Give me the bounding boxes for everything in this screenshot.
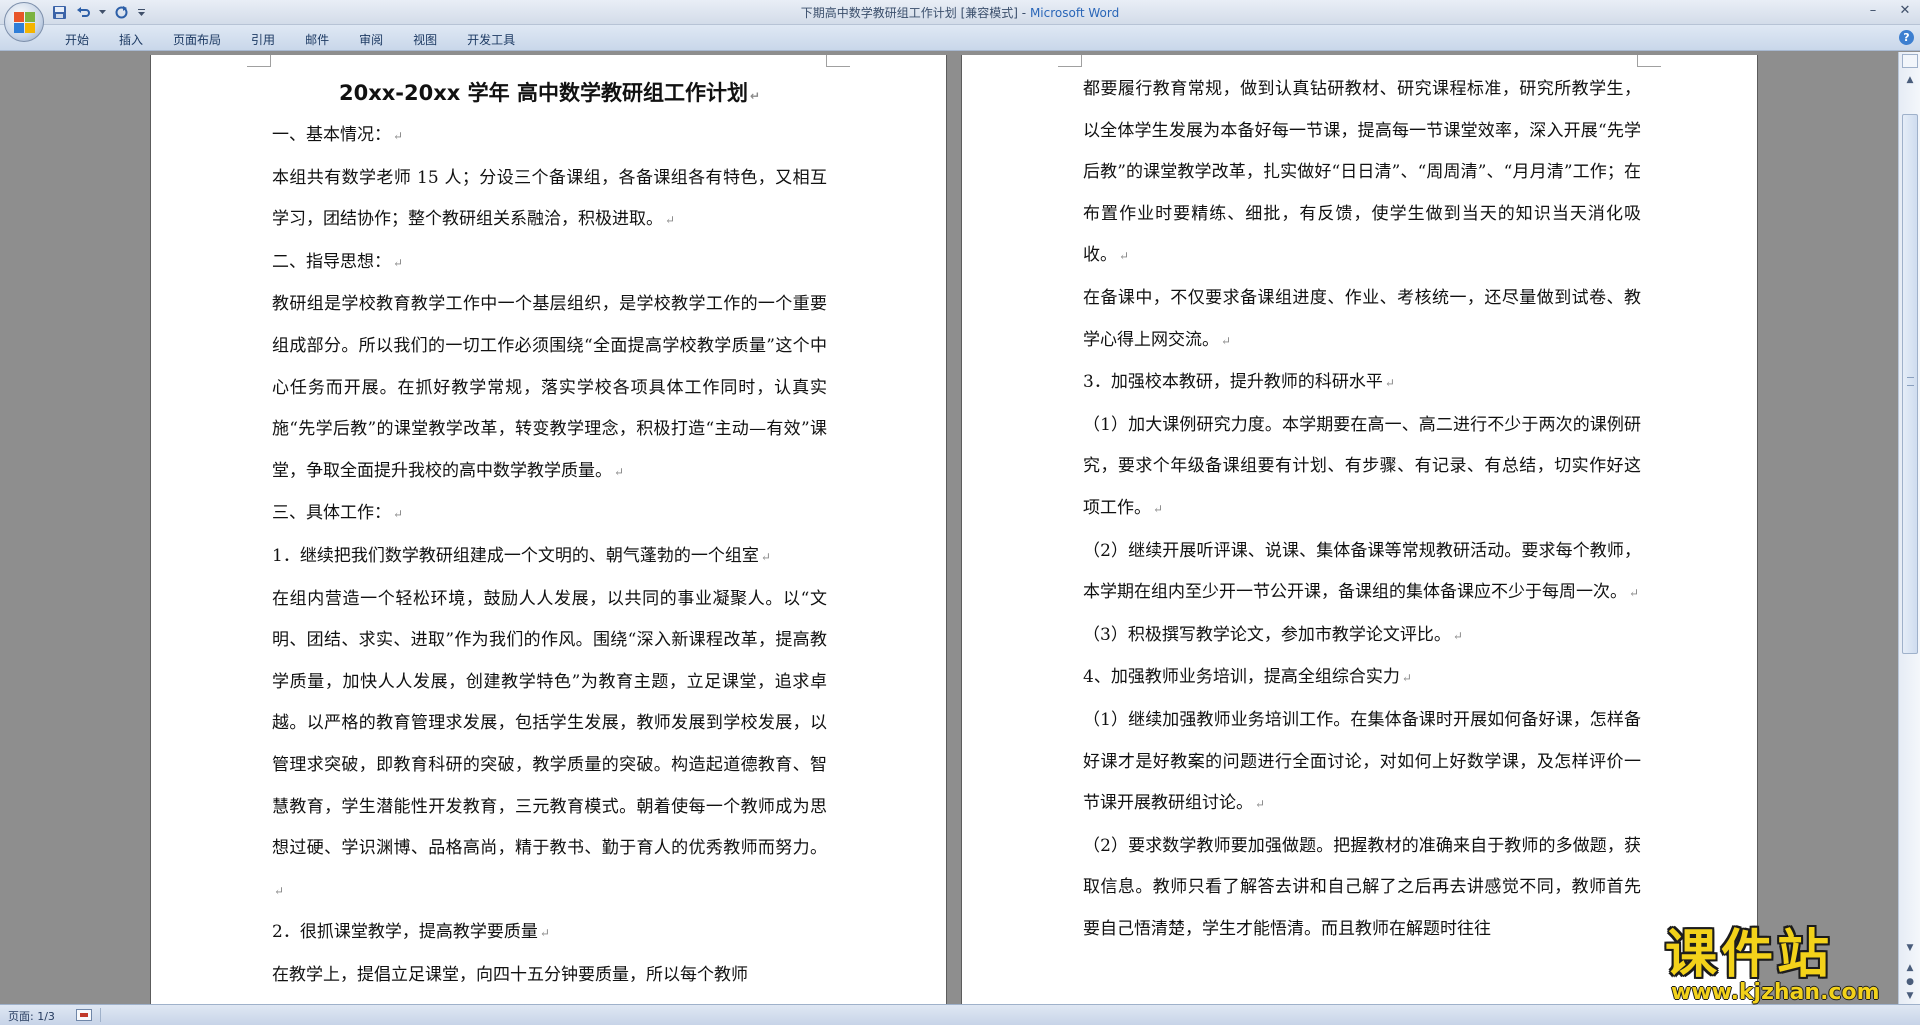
paragraph: 在备课中，不仅要求备课组进度、作业、考核统一，还尽量做到试卷、教学心得上网交流。…	[1083, 287, 1641, 350]
close-button[interactable]: ✕	[1894, 1, 1916, 19]
document-title: 20xx-20xx 学年 高中数学教研组工作计划 ↵	[338, 81, 761, 105]
paragraph-mark: ↵	[1384, 376, 1395, 391]
macro-recording-icon[interactable]	[76, 1009, 92, 1021]
paragraph-mark: ↵	[393, 507, 404, 522]
tab-mailings[interactable]: 邮件	[290, 29, 344, 50]
view-ruler-button[interactable]	[1902, 54, 1918, 68]
paragraph-mark: ↵	[1401, 671, 1412, 686]
paragraph: （2）继续开展听评课、说课、集体备课等常规教研活动。要求每个教师，本学期在组内至…	[1083, 540, 1641, 603]
scrollbar-thumb[interactable]	[1902, 114, 1918, 654]
paragraph: （2）要求数学教师要加强做题。把握教材的准确来自于教师的多做题，获取信息。教师只…	[1083, 835, 1641, 939]
paragraph: 二、指导思想： ↵	[272, 251, 404, 272]
tab-review[interactable]: 审阅	[344, 29, 398, 50]
page-body: 都要履行教育常规，做到认真钻研教材、研究课程标准，研究所教学生，以全体学生发展为…	[1083, 69, 1641, 950]
paragraph: 本组共有数学老师 15 人；分设三个备课组，各备课组各有特色，又相互学习，团结协…	[272, 167, 827, 230]
paragraph: 1．继续把我们数学教研组建成一个文明的、朝气蓬勃的一个组室 ↵	[272, 545, 771, 566]
minimize-button[interactable]: –	[1862, 1, 1884, 19]
tab-references[interactable]: 引用	[236, 29, 290, 50]
status-bar: 页面: 1/3	[0, 1004, 1920, 1025]
paragraph: 都要履行教育常规，做到认真钻研教材、研究课程标准，研究所教学生，以全体学生发展为…	[1083, 79, 1641, 266]
window-title: 下期高中数学教研组工作计划 [兼容模式] - Microsoft Word	[800, 6, 1120, 20]
tab-developer[interactable]: 开发工具	[452, 29, 530, 50]
margin-marker	[247, 55, 271, 67]
paragraph-mark: ↵	[665, 213, 676, 228]
divider	[100, 1008, 101, 1022]
paragraph: （1）继续加强教师业务培训工作。在集体备课时开展如何备好课，怎样备好课才是好教案…	[1083, 709, 1641, 814]
paragraph: 教研组是学校教育教学工作中一个基层组织，是学校教学工作的一个重要组成部分。所以我…	[272, 294, 827, 481]
paragraph: 在组内营造一个轻松环境，鼓励人人发展，以共同的事业凝聚人。以“文明、团结、求实、…	[272, 588, 827, 898]
site-watermark: 课件站 www.kjzhan.com	[1665, 925, 1905, 1005]
paragraph-mark: ↵	[393, 129, 404, 143]
watermark-url: www.kjzhan.com	[1671, 980, 1880, 1005]
help-button[interactable]: ?	[1899, 30, 1914, 45]
tab-home[interactable]: 开始	[50, 29, 104, 50]
paragraph-mark: ↵	[1255, 797, 1266, 812]
ribbon-tab-bar: 开始 插入 页面布局 引用 邮件 审阅 视图 开发工具 ?	[0, 25, 1920, 51]
paragraph: 3．加强校本教研，提升教师的科研水平 ↵	[1083, 372, 1395, 393]
scroll-up-arrow-icon[interactable]: ▲	[1902, 72, 1918, 88]
margin-marker	[826, 55, 850, 67]
grip-icon	[1907, 377, 1914, 386]
window-controls: – ✕	[1862, 1, 1916, 19]
tab-view[interactable]: 视图	[398, 29, 452, 50]
margin-marker	[1637, 55, 1661, 67]
tab-insert[interactable]: 插入	[104, 29, 158, 50]
paragraph-mark: ↵	[1119, 249, 1130, 264]
watermark-title: 课件站	[1665, 925, 1834, 985]
paragraph: （3）积极撰写教学论文，参加市教学论文评比。 ↵	[1083, 624, 1463, 645]
paragraph: （1）加大课例研究力度。本学期要在高一、高二进行不少于两次的课例研究，要求个年级…	[1083, 414, 1641, 518]
paragraph: 一、基本情况： ↵	[272, 125, 404, 145]
ribbon-tabs: 开始 插入 页面布局 引用 邮件 审阅 视图 开发工具	[50, 29, 530, 50]
document-page-1[interactable]: 20xx-20xx 学年 高中数学教研组工作计划 ↵ 一、基本情况： ↵ 本组共有数…	[151, 55, 946, 1004]
paragraph: 三、具体工作： ↵	[272, 503, 404, 524]
paragraph-mark: ↵	[749, 89, 761, 103]
paragraph-mark: ↵	[539, 926, 550, 941]
tab-page-layout[interactable]: 页面布局	[158, 29, 236, 50]
paragraph-mark: ↵	[1629, 586, 1640, 601]
page-number-indicator[interactable]: 页面: 1/3	[8, 1008, 55, 1024]
paragraph: 在教学上，提倡立足课堂，向四十五分钟要质量，所以每个教师	[272, 964, 748, 985]
document-page-2[interactable]: 都要履行教育常规，做到认真钻研教材、研究课程标准，研究所教学生，以全体学生发展为…	[962, 55, 1757, 1004]
paragraph-mark: ↵	[614, 464, 625, 479]
paragraph-mark: ↵	[760, 549, 771, 564]
paragraph-mark: ↵	[274, 883, 285, 898]
document-name: 下期高中数学教研组工作计划 [兼容模式]	[800, 6, 1018, 20]
title-bar: 下期高中数学教研组工作计划 [兼容模式] - Microsoft Word – …	[0, 0, 1920, 25]
paragraph-mark: ↵	[1452, 628, 1463, 643]
paragraph: 4、加强教师业务培训，提高全组综合实力 ↵	[1083, 667, 1412, 688]
office-logo-icon	[14, 12, 35, 33]
page-body: 20xx-20xx 学年 高中数学教研组工作计划 ↵ 一、基本情况： ↵ 本组共有数…	[272, 71, 827, 996]
vertical-scrollbar[interactable]: ▲ ▼ ▲ ● ▼	[1898, 52, 1920, 1004]
margin-marker	[1058, 55, 1082, 67]
paragraph-mark: ↵	[1153, 501, 1164, 516]
app-name: Microsoft Word	[1029, 6, 1120, 20]
document-area[interactable]: 20xx-20xx 学年 高中数学教研组工作计划 ↵ 一、基本情况： ↵ 本组共有数…	[0, 52, 1898, 1004]
paragraph-mark: ↵	[393, 255, 404, 270]
paragraph: 2．很抓课堂教学，提高教学要质量 ↵	[272, 922, 550, 943]
paragraph-mark: ↵	[1221, 333, 1232, 348]
office-button[interactable]	[4, 2, 44, 42]
